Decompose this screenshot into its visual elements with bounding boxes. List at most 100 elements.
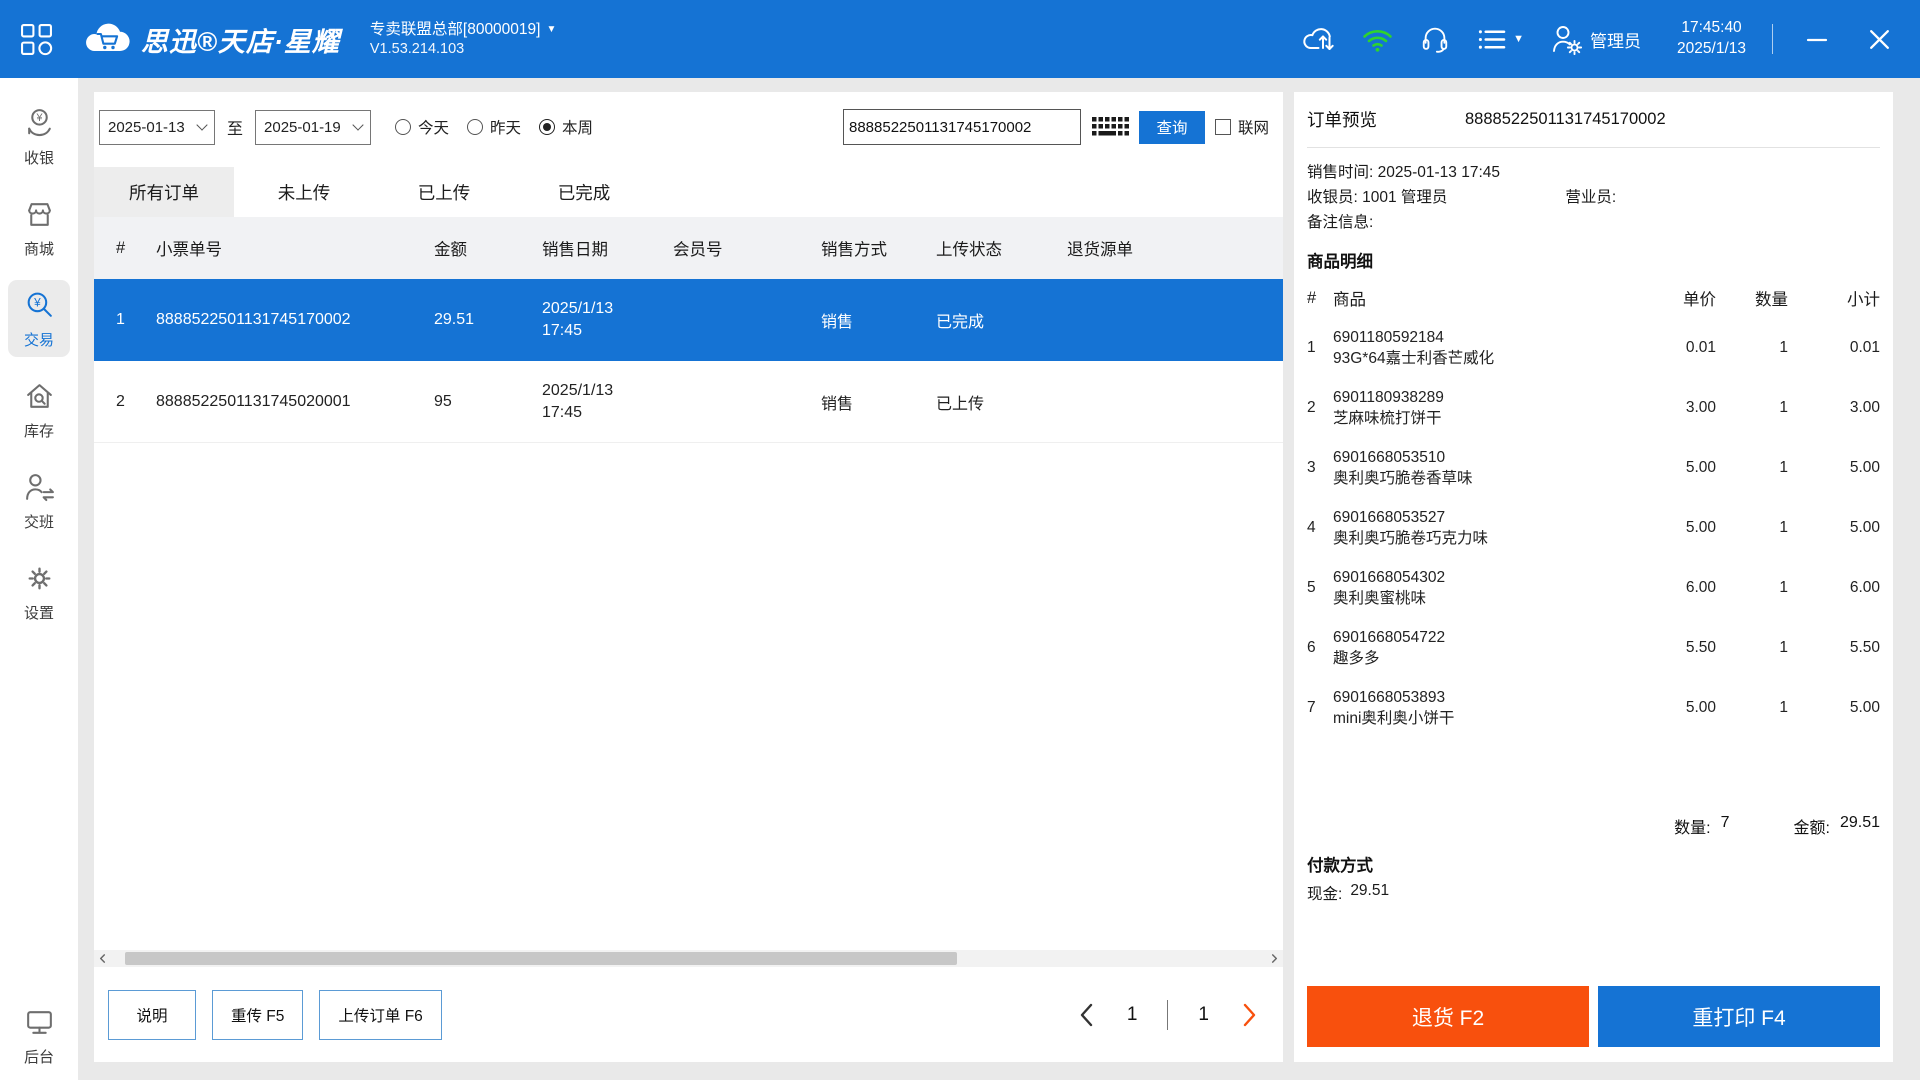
scrollbar-track[interactable] — [111, 950, 1266, 967]
col-header-upload-status: 上传状态 — [936, 241, 1002, 259]
user-menu[interactable]: 管理员 — [1550, 23, 1641, 55]
close-button[interactable] — [1861, 23, 1898, 56]
items-header: # 商品 单价 数量 小计 — [1307, 278, 1880, 318]
item-product: 6901668053527 奥利奥巧脆卷巧克力味 — [1333, 509, 1489, 547]
item-price: 0.01 — [1685, 339, 1716, 356]
radio-label: 昨天 — [490, 120, 522, 137]
clock-date: 2025/1/13 — [1677, 40, 1746, 57]
item-qty: 1 — [1779, 399, 1788, 416]
radio-today[interactable]: 今天 — [395, 116, 449, 138]
sidebar-label: 交易 — [23, 332, 54, 349]
col-header-member: 会员号 — [673, 241, 723, 259]
cloud-sync-icon[interactable] — [1301, 24, 1335, 54]
user-name: 管理员 — [1590, 31, 1642, 51]
clerk-label: 营业员: — [1565, 189, 1617, 206]
user-gear-icon — [1550, 23, 1583, 55]
refund-button[interactable]: 退货 F2 — [1307, 986, 1589, 1047]
item-subtotal: 5.00 — [1849, 519, 1880, 536]
summary-qty-value: 7 — [1720, 814, 1730, 831]
item-qty: 1 — [1779, 579, 1788, 596]
tab-all-orders[interactable]: 所有订单 — [94, 167, 234, 217]
sidebar-label: 库存 — [23, 423, 54, 440]
receipt-search-input[interactable] — [842, 109, 1081, 145]
cashier-value: 1001 管理员 — [1362, 189, 1448, 206]
payment-method: 现金: — [1307, 886, 1343, 903]
sidebar-item-inventory[interactable]: 库存 — [8, 371, 70, 448]
preview-title: 订单预览 — [1307, 110, 1377, 130]
item-index: 4 — [1307, 519, 1316, 536]
item-price: 5.00 — [1685, 699, 1716, 716]
item-qty: 1 — [1779, 339, 1788, 356]
radio-yesterday[interactable]: 昨天 — [467, 116, 521, 138]
cell-method: 销售 — [821, 395, 854, 413]
sidebar-item-settings[interactable]: 设置 — [8, 553, 70, 630]
online-checkbox[interactable]: 联网 — [1214, 116, 1269, 138]
scroll-left-arrow-icon[interactable] — [94, 950, 111, 967]
order-preview-panel: 订单预览 8888522501131745170002 销售时间: 2025-0… — [1294, 92, 1893, 1062]
next-page-icon[interactable] — [1239, 1002, 1259, 1028]
tab-completed[interactable]: 已完成 — [514, 167, 654, 217]
page-divider — [1167, 999, 1169, 1030]
chevron-down-icon — [196, 119, 208, 131]
tab-uploaded[interactable]: 已上传 — [374, 167, 514, 217]
headset-icon[interactable] — [1420, 24, 1450, 54]
sidebar-label: 设置 — [23, 605, 54, 622]
item-qty: 1 — [1779, 699, 1788, 716]
storefront-icon — [23, 198, 56, 231]
radio-dot — [467, 119, 484, 135]
table-empty-area — [94, 443, 1283, 950]
date-to-select[interactable]: 2025-01-19 — [255, 109, 372, 145]
order-row[interactable]: 1 8888522501131745170002 29.51 2025/1/13… — [94, 279, 1283, 361]
orders-panel: 2025-01-13 至 2025-01-19 今天 昨天 本周 8888522… — [94, 92, 1283, 1062]
upload-order-button[interactable]: 上传订单 F6 — [319, 989, 442, 1040]
item-col-subtotal: 小计 — [1847, 291, 1880, 309]
preview-header: 订单预览 8888522501131745170002 — [1307, 92, 1880, 148]
item-subtotal: 6.00 — [1849, 579, 1880, 596]
horizontal-scrollbar[interactable] — [94, 950, 1283, 967]
query-button[interactable]: 查询 — [1138, 110, 1205, 144]
minimize-button[interactable] — [1799, 23, 1835, 55]
preview-actions: 退货 F2 重打印 F4 — [1307, 986, 1880, 1062]
item-col-product: 商品 — [1333, 291, 1366, 309]
preview-info: 销售时间: 2025-01-13 17:45 收银员: 1001 管理员 营业员… — [1307, 148, 1880, 235]
item-row: 2 6901180938289 芝麻味梳打饼干 3.00 1 3.00 — [1307, 378, 1880, 438]
scrollbar-thumb[interactable] — [125, 952, 957, 965]
reprint-button[interactable]: 重打印 F4 — [1598, 986, 1880, 1047]
cell-amount: 95 — [434, 392, 452, 410]
item-qty: 1 — [1779, 639, 1788, 656]
sidebar-item-shift[interactable]: 交班 — [8, 462, 70, 539]
reupload-button[interactable]: 重传 F5 — [212, 989, 304, 1040]
sidebar-item-backoffice[interactable]: 后台 — [8, 997, 70, 1074]
item-product: 6901668054302 奥利奥蜜桃味 — [1333, 569, 1446, 607]
wifi-icon[interactable] — [1361, 26, 1394, 53]
store-name[interactable]: 专卖联盟总部[80000019] — [370, 20, 541, 39]
chevron-down-icon: ▼ — [1513, 33, 1525, 45]
item-subtotal: 0.01 — [1849, 339, 1880, 356]
col-header-receipt-no: 小票单号 — [156, 241, 222, 259]
item-price: 5.50 — [1685, 639, 1716, 656]
order-list-menu[interactable]: ▼ — [1476, 26, 1524, 53]
item-row: 1 6901180592184 93G*64嘉士利香芒威化 0.01 1 0.01 — [1307, 318, 1880, 378]
sidebar-item-cashier[interactable]: ¥ 收银 — [8, 98, 70, 175]
apps-grid-icon[interactable] — [20, 23, 53, 56]
sidebar-item-mall[interactable]: 商城 — [8, 189, 70, 266]
current-page: 1 — [1126, 1003, 1138, 1025]
sidebar-item-transactions[interactable]: ¥ 交易 — [8, 280, 70, 357]
payment-amount: 29.51 — [1350, 882, 1390, 899]
radio-this-week[interactable]: 本周 — [539, 116, 593, 138]
order-tabs: 所有订单 未上传 已上传 已完成 — [94, 167, 1283, 217]
scroll-right-arrow-icon[interactable] — [1266, 950, 1283, 967]
item-subtotal: 5.00 — [1849, 699, 1880, 716]
keyboard-icon[interactable] — [1091, 115, 1129, 140]
svg-text:¥: ¥ — [33, 296, 41, 310]
radio-label: 今天 — [418, 120, 450, 137]
prev-page-icon[interactable] — [1077, 1002, 1097, 1028]
sidebar: ¥ 收银 商城 ¥ 交易 库存 交班 设置 后台 — [0, 78, 78, 1080]
cell-sale-date: 2025/1/13 17:45 — [542, 299, 614, 339]
order-row[interactable]: 2 8888522501131745020001 95 2025/1/13 17… — [94, 361, 1283, 443]
help-button[interactable]: 说明 — [108, 989, 196, 1040]
cell-receipt-no: 8888522501131745170002 — [156, 310, 351, 328]
tab-not-uploaded[interactable]: 未上传 — [234, 167, 374, 217]
date-from-select[interactable]: 2025-01-13 — [99, 109, 215, 145]
store-caret-icon[interactable]: ▼ — [546, 24, 556, 37]
